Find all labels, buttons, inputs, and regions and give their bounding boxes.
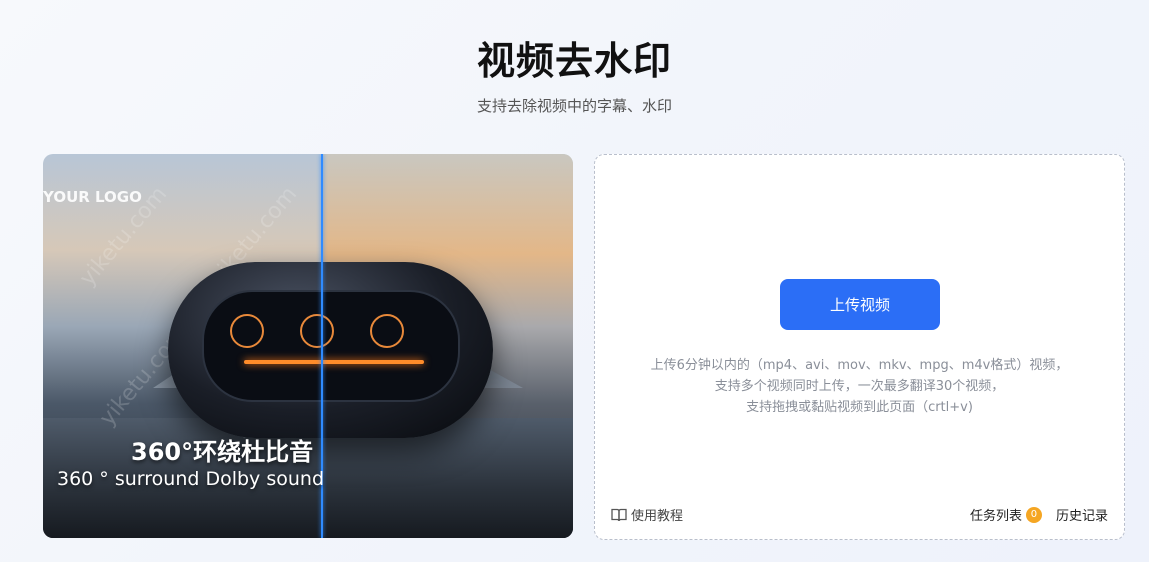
book-icon xyxy=(611,508,627,522)
tutorial-label: 使用教程 xyxy=(631,509,684,524)
page-subtitle: 支持去除视频中的字幕、水印 xyxy=(476,97,672,115)
left-ring-icon xyxy=(230,314,264,348)
device-screen xyxy=(202,290,460,402)
subtitle-caption-cn: 360°环绕杜比音 xyxy=(131,438,314,466)
subtitle-caption-en: 360 ° surround Dolby sound xyxy=(57,468,325,490)
orange-light-bar xyxy=(244,360,424,364)
upload-video-button[interactable]: 上传视频 xyxy=(780,279,940,330)
task-links: 任务列表 0 历史记录 xyxy=(970,505,1108,524)
right-ring-icon xyxy=(370,314,404,348)
center-ring-icon xyxy=(300,314,334,348)
page-title: 视频去水印 xyxy=(476,39,672,83)
upload-dropzone[interactable]: 上传视频 上传6分钟以内的（mp4、avi、mov、mkv、mpg、m4v格式）… xyxy=(594,154,1125,540)
logo-watermark: YOUR LOGO xyxy=(43,188,142,206)
hint-line: 上传6分钟以内的（mp4、avi、mov、mkv、mpg、m4v格式）视频， xyxy=(650,358,1069,373)
before-after-preview: yiketu.com yiketu.com yiketu.com yiketu.… xyxy=(43,154,573,538)
task-list-link[interactable]: 任务列表 0 xyxy=(970,505,1056,524)
task-list-label: 任务列表 xyxy=(969,509,1022,524)
upload-hint: 上传6分钟以内的（mp4、avi、mov、mkv、mpg、m4v格式）视频， 支… xyxy=(595,355,1124,418)
hint-line: 支持多个视频同时上传，一次最多翻译30个视频， xyxy=(714,379,1005,394)
speaker-device xyxy=(168,262,493,438)
history-link[interactable]: 历史记录 xyxy=(1056,505,1108,524)
hint-line: 支持拖拽或黏贴视频到此页面（crtl+v) xyxy=(746,400,973,415)
tutorial-link[interactable]: 使用教程 xyxy=(611,505,683,524)
task-count-badge: 0 xyxy=(1025,506,1042,523)
